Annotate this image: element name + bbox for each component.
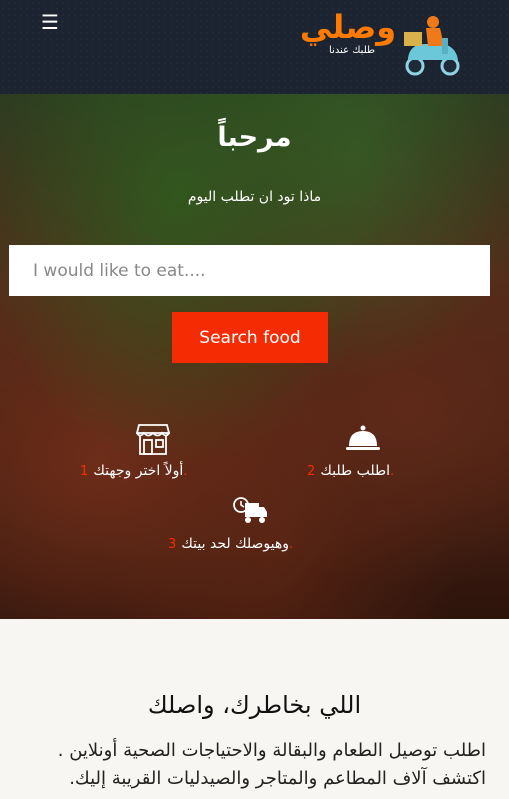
storefront-icon xyxy=(135,421,171,461)
scooter-icon xyxy=(404,16,460,76)
about-title: اللي بخاطرك، واصلك xyxy=(147,691,362,719)
serving-dish-icon xyxy=(345,424,381,458)
step-1-label: أولاً اختر وجهتك xyxy=(93,463,184,479)
logo-text: وصلي xyxy=(300,8,396,46)
search-food-button[interactable]: Search food xyxy=(172,312,328,363)
step-3: وهيوصلك لحد بيتك 3. xyxy=(168,533,293,552)
hero-subtitle: ماذا تود ان تطلب اليوم xyxy=(187,189,322,205)
about-text: اطلب توصيل الطعام والبقالة والاحتياجات ا… xyxy=(57,740,486,789)
step-1: أولاً اختر وجهتك 1. xyxy=(80,460,187,479)
step-2: اطلب طلبك 2. xyxy=(307,460,394,479)
about-section: اللي بخاطرك، واصلك اطلب توصيل الطعام وال… xyxy=(0,619,509,799)
hamburger-icon[interactable]: ☰ xyxy=(40,12,60,32)
food-search-input[interactable] xyxy=(9,245,490,296)
welcome-heading: مرحباً xyxy=(217,122,292,153)
step-3-label: وهيوصلك لحد بيتك xyxy=(181,536,289,552)
delivery-truck-icon xyxy=(232,497,268,529)
brand-logo[interactable]: وصلي طلبك عندنا xyxy=(300,8,465,78)
logo-tagline: طلبك عندنا xyxy=(329,45,375,56)
step-2-label: اطلب طلبك xyxy=(320,463,391,479)
site-header: ☰ وصلي طلبك عندنا xyxy=(0,0,509,94)
hero-section: مرحباً ماذا تود ان تطلب اليوم Search foo… xyxy=(0,94,509,619)
